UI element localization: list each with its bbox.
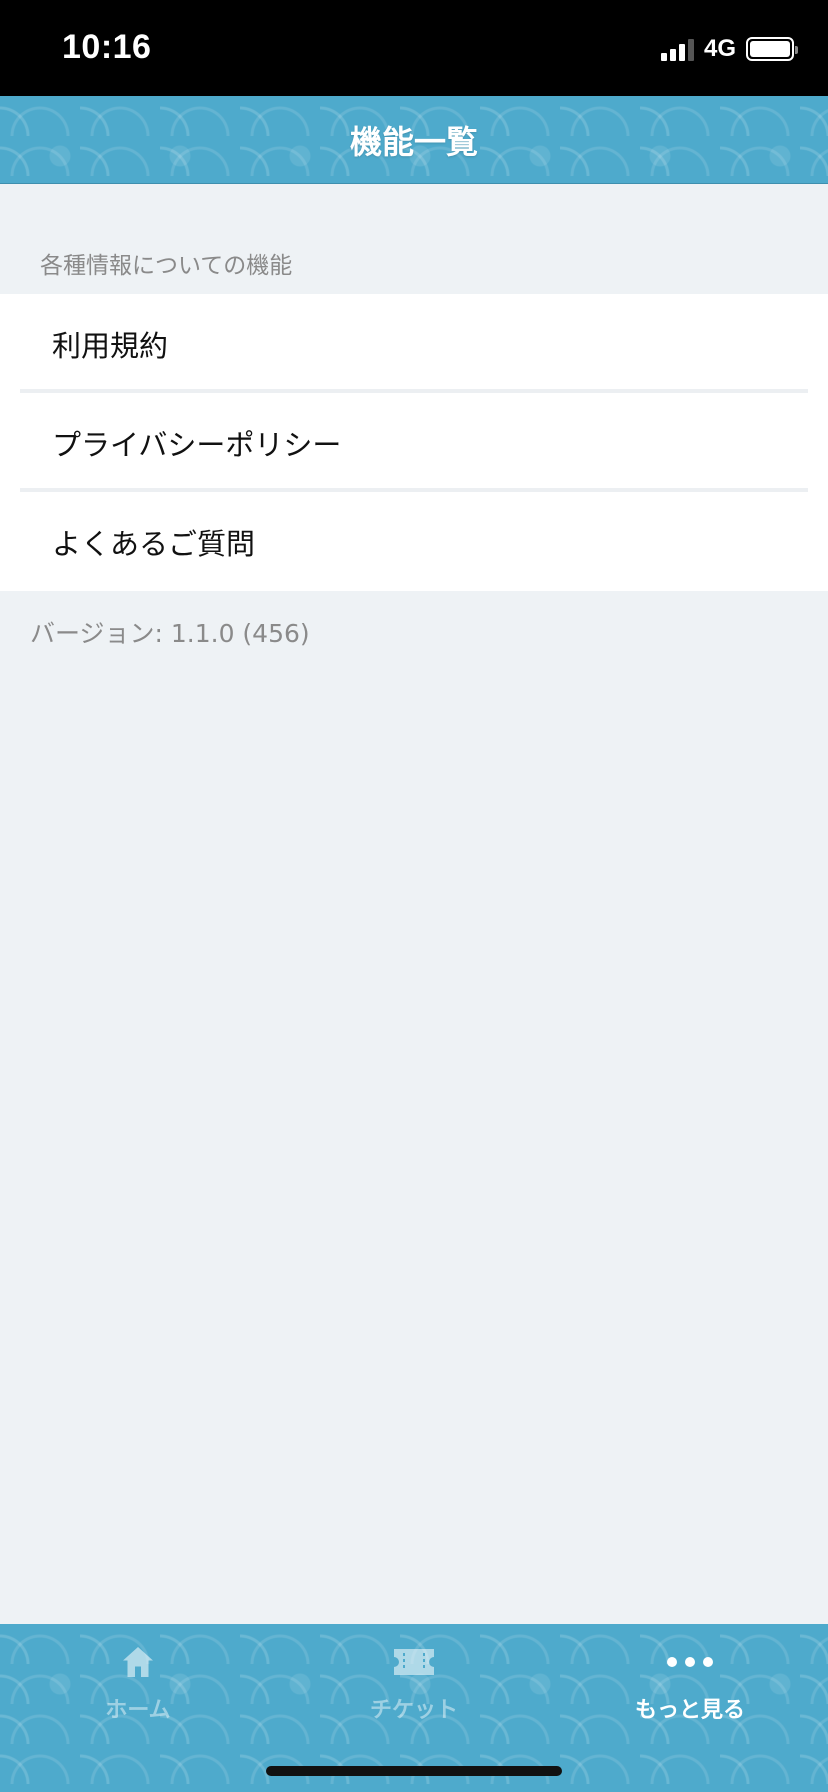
ticket-icon (392, 1638, 436, 1686)
list-item-faq[interactable]: よくあるご質問 (0, 492, 828, 591)
tab-more-label: もっと見る (634, 1698, 745, 1723)
more-icon (667, 1638, 713, 1686)
list-item-terms-of-use[interactable]: 利用規約 (0, 294, 828, 393)
battery-icon (746, 37, 798, 61)
version-label: バージョン: 1.1.0 (456) (30, 619, 310, 648)
tab-more[interactable]: もっと見る (590, 1624, 790, 1744)
signal-icon (660, 37, 694, 61)
tab-home-label: ホーム (105, 1698, 171, 1723)
battery-fill (750, 41, 790, 57)
home-icon (120, 1638, 156, 1686)
feature-list: 利用規約 プライバシーポリシー よくあるご質問 (0, 294, 828, 591)
home-indicator[interactable] (266, 1766, 562, 1776)
tab-ticket[interactable]: チケット (314, 1624, 514, 1744)
status-indicators: 4G (660, 34, 798, 64)
tab-home[interactable]: ホーム (38, 1624, 238, 1744)
list-item-privacy-policy[interactable]: プライバシーポリシー (0, 393, 828, 492)
tab-ticket-label: チケット (369, 1698, 458, 1723)
section-header: 各種情報についての機能 (40, 253, 293, 279)
network-type: 4G (703, 35, 736, 62)
status-bar: 10:16 4G (0, 0, 828, 96)
status-time: 10:16 (62, 28, 152, 66)
navigation-bar: 機能一覧 (0, 96, 828, 184)
page-title: 機能一覧 (349, 122, 478, 161)
